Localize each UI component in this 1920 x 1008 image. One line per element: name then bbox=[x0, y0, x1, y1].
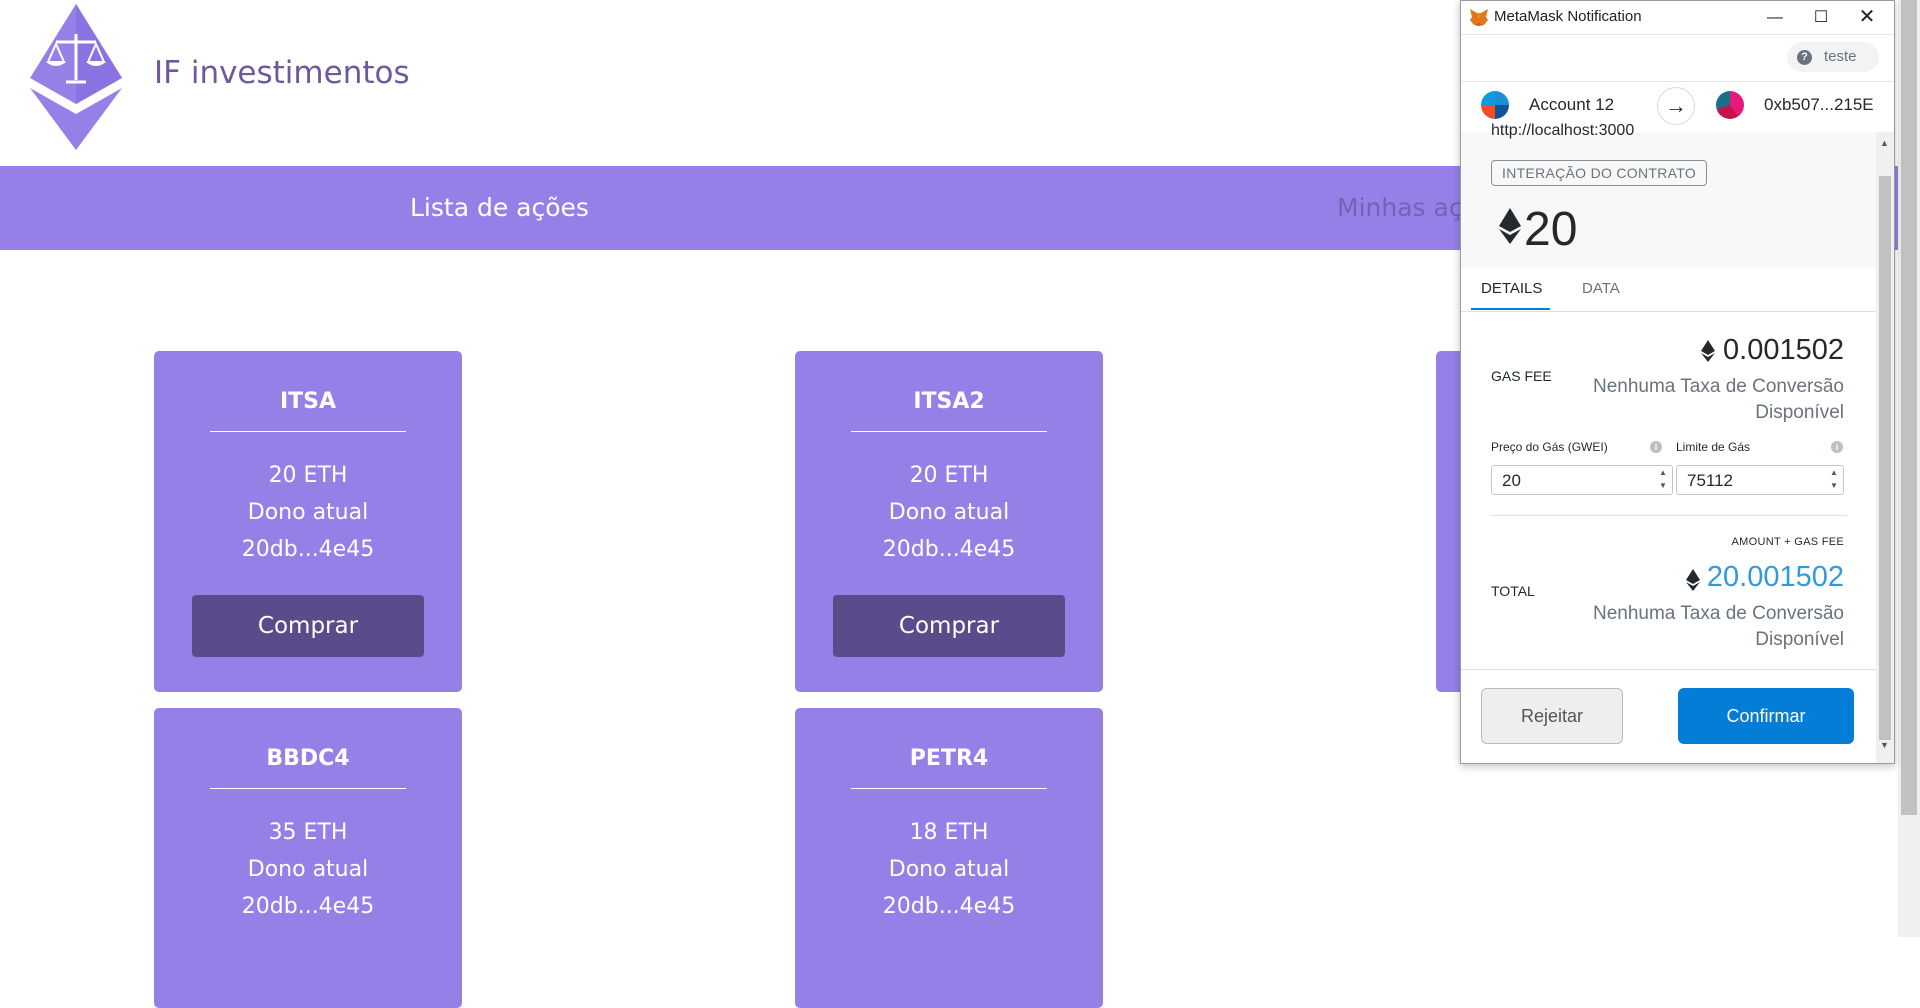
brand-name: IF investimentos bbox=[154, 55, 410, 91]
divider bbox=[1491, 515, 1847, 516]
total-label: TOTAL bbox=[1491, 583, 1535, 599]
info-icon[interactable]: i bbox=[1831, 441, 1843, 453]
card-divider bbox=[210, 431, 406, 432]
amount-plus-gas-label: AMOUNT + GAS FEE bbox=[1731, 536, 1844, 548]
transaction-summary: http://localhost:3000 INTERAÇÃO DO CONTR… bbox=[1461, 122, 1876, 268]
owner-label: Dono atual bbox=[247, 500, 369, 525]
window-title: MetaMask Notification bbox=[1494, 8, 1642, 25]
ethereum-icon bbox=[1686, 569, 1700, 591]
owner-address: 20db...4e45 bbox=[241, 537, 375, 562]
active-tab-indicator bbox=[1471, 308, 1550, 310]
tab-details[interactable]: DETAILS bbox=[1481, 280, 1542, 297]
buy-button[interactable]: Comprar bbox=[192, 595, 424, 657]
details-tabs: DETAILS DATA bbox=[1461, 268, 1876, 312]
popup-scrollbar[interactable]: ▲ ▼ bbox=[1876, 132, 1894, 763]
ethereum-icon bbox=[1499, 208, 1521, 244]
gas-price-input[interactable]: 20 ▲ ▼ bbox=[1491, 465, 1673, 495]
footer-divider bbox=[1461, 669, 1876, 670]
card-divider bbox=[851, 788, 1047, 789]
stepper-arrows-icon[interactable]: ▲ ▼ bbox=[1654, 466, 1672, 494]
maximize-button[interactable]: ☐ bbox=[1798, 1, 1844, 34]
transaction-amount: 20 bbox=[1524, 203, 1578, 256]
popup-scrollbar-thumb[interactable] bbox=[1879, 176, 1891, 740]
owner-label: Dono atual bbox=[888, 500, 1010, 525]
gas-price-label: Preço do Gás (GWEI) bbox=[1491, 440, 1608, 454]
recipient-address[interactable]: 0xb507...215E bbox=[1764, 95, 1874, 115]
network-selector[interactable]: ? teste bbox=[1787, 42, 1879, 72]
network-name: teste bbox=[1824, 48, 1857, 65]
gas-fee-label: GAS FEE bbox=[1491, 368, 1552, 384]
nav-stock-list[interactable]: Lista de ações bbox=[410, 166, 589, 250]
stock-price: 20 ETH bbox=[268, 463, 348, 488]
total-conversion: Nenhuma Taxa de Conversão Disponível bbox=[1592, 603, 1844, 650]
metamask-window: MetaMask Notification — ☐ ✕ ? teste Acco… bbox=[1460, 0, 1895, 764]
owner-address: 20db...4e45 bbox=[882, 894, 1016, 919]
sender-account-name: Account 12 bbox=[1529, 95, 1615, 114]
card-divider bbox=[851, 431, 1047, 432]
scroll-down-icon[interactable]: ▼ bbox=[1880, 740, 1889, 750]
card-divider bbox=[210, 788, 406, 789]
stepper-arrows-icon[interactable]: ▲ ▼ bbox=[1825, 466, 1843, 494]
stock-ticker: ITSA2 bbox=[913, 389, 985, 414]
owner-address: 20db...4e45 bbox=[882, 537, 1016, 562]
buy-button[interactable]: Comprar bbox=[833, 595, 1065, 657]
reject-button[interactable]: Rejeitar bbox=[1481, 688, 1623, 744]
close-button[interactable]: ✕ bbox=[1844, 1, 1890, 34]
metamask-fox-icon bbox=[1470, 9, 1488, 26]
scales-logo-icon[interactable] bbox=[30, 4, 122, 150]
transaction-type-badge: INTERAÇÃO DO CONTRATO bbox=[1491, 160, 1708, 186]
window-titlebar[interactable]: MetaMask Notification — ☐ ✕ bbox=[1461, 1, 1894, 35]
gas-fee-conversion: Nenhuma Taxa de Conversão Disponível bbox=[1592, 376, 1844, 423]
gas-limit-value: 75112 bbox=[1687, 471, 1734, 490]
total-value: 20.001502 bbox=[1706, 561, 1844, 593]
tab-data[interactable]: DATA bbox=[1582, 280, 1620, 297]
minimize-button[interactable]: — bbox=[1752, 1, 1798, 34]
stock-ticker: ITSA bbox=[279, 389, 337, 414]
gas-limit-input[interactable]: 75112 ▲ ▼ bbox=[1676, 465, 1844, 495]
scroll-up-icon[interactable]: ▲ bbox=[1880, 138, 1889, 148]
stock-price: 20 ETH bbox=[909, 463, 989, 488]
owner-label: Dono atual bbox=[247, 857, 369, 882]
page-scrollbar[interactable] bbox=[1898, 0, 1920, 937]
ethereum-icon bbox=[1701, 340, 1715, 362]
question-icon: ? bbox=[1797, 50, 1812, 65]
gas-price-value: 20 bbox=[1502, 471, 1521, 490]
stock-card-itsa: ITSA 20 ETH Dono atual 20db...4e45 Compr… bbox=[154, 351, 462, 692]
stock-card-bbdc4: BBDC4 35 ETH Dono atual 20db...4e45 bbox=[154, 708, 462, 1008]
owner-label: Dono atual bbox=[888, 857, 1010, 882]
origin-url: http://localhost:3000 bbox=[1491, 122, 1635, 139]
stock-card-petr4: PETR4 18 ETH Dono atual 20db...4e45 bbox=[795, 708, 1103, 1008]
account-avatar bbox=[1481, 91, 1509, 119]
stock-ticker: BBDC4 bbox=[266, 746, 350, 771]
stock-price: 35 ETH bbox=[268, 820, 348, 845]
stock-price: 18 ETH bbox=[909, 820, 989, 845]
stock-ticker: PETR4 bbox=[909, 746, 989, 771]
stock-card-itsa2: ITSA2 20 ETH Dono atual 20db...4e45 Comp… bbox=[795, 351, 1103, 692]
nav-my-stocks[interactable]: Minhas açõ bbox=[1337, 166, 1478, 250]
page-scrollbar-thumb[interactable] bbox=[1901, 0, 1917, 815]
gas-limit-label: Limite de Gás bbox=[1676, 440, 1751, 454]
info-icon[interactable]: i bbox=[1650, 441, 1662, 453]
gas-fee-value: 0.001502 bbox=[1723, 334, 1844, 366]
arrow-right-icon: → bbox=[1657, 87, 1695, 125]
confirm-button[interactable]: Confirmar bbox=[1678, 688, 1854, 744]
recipient-avatar bbox=[1716, 91, 1744, 119]
owner-address: 20db...4e45 bbox=[241, 894, 375, 919]
